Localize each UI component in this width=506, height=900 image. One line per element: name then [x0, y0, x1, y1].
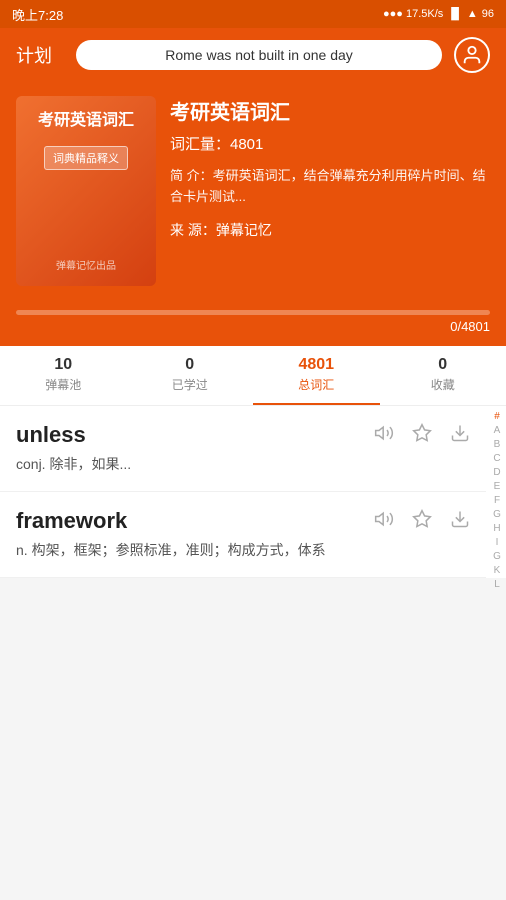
word-row: framework — [16, 508, 470, 534]
alpha-I[interactable]: I — [488, 536, 506, 550]
word-actions — [374, 509, 470, 534]
word-item: unless — [0, 406, 486, 492]
tab-learned[interactable]: 0 已学过 — [127, 346, 254, 405]
alpha-G[interactable]: G — [488, 508, 506, 522]
book-cover[interactable]: 考研英语词汇 词典精品释义 弹幕记忆出品 — [16, 96, 156, 286]
status-time: 晚上7:28 — [12, 5, 63, 24]
tab-total[interactable]: 4801 总词汇 — [253, 346, 380, 405]
tab-danmu-label: 弹幕池 — [4, 376, 123, 393]
alpha-C[interactable]: C — [488, 452, 506, 466]
network-status: ●●● 17.5K/s — [383, 8, 443, 20]
search-bar[interactable]: Rome was not built in one day — [76, 40, 442, 70]
alpha-D[interactable]: D — [488, 466, 506, 480]
book-word-count: 词汇量：4801 — [170, 133, 490, 154]
star-icon[interactable] — [412, 423, 432, 448]
alpha-L[interactable]: L — [488, 578, 506, 592]
alpha-hash[interactable]: # — [488, 410, 506, 424]
book-desc-text: 考研英语词汇，结合弹幕充分利用碎片时间、结合卡片测试... — [170, 168, 486, 204]
star-icon[interactable] — [412, 509, 432, 534]
content-area: unless — [0, 406, 506, 578]
alphabet-sidebar: # A B C D E F G H I G K L — [488, 406, 506, 578]
alpha-A[interactable]: A — [488, 424, 506, 438]
alpha-G2[interactable]: G — [488, 550, 506, 564]
signal-icon: ▐▌ — [447, 8, 463, 20]
word-text: framework — [16, 508, 127, 534]
word-text: unless — [16, 422, 86, 448]
progress-section: 0/4801 — [0, 302, 506, 346]
word-item: framework — [0, 492, 486, 578]
tab-danmu[interactable]: 10 弹幕池 — [0, 346, 127, 405]
word-definition: conj. 除非，如果... — [16, 454, 470, 475]
tab-favorites[interactable]: 0 收藏 — [380, 346, 506, 405]
battery-icon: 96 — [482, 8, 494, 20]
tab-danmu-number: 10 — [4, 356, 123, 374]
book-info: 考研英语词汇 词汇量：4801 简 介：考研英语词汇，结合弹幕充分利用碎片时间、… — [170, 96, 490, 240]
tab-favorites-number: 0 — [384, 356, 503, 374]
alpha-H[interactable]: H — [488, 522, 506, 536]
progress-text: 0/4801 — [16, 319, 490, 334]
book-desc-label: 简 介： — [170, 168, 213, 183]
book-description: 简 介：考研英语词汇，结合弹幕充分利用碎片时间、结合卡片测试... — [170, 166, 490, 208]
alpha-B[interactable]: B — [488, 438, 506, 452]
word-tabs: 10 弹幕池 0 已学过 4801 总词汇 0 收藏 — [0, 346, 506, 406]
tab-total-label: 总词汇 — [257, 376, 376, 393]
book-source: 来 源：弹幕记忆 — [170, 220, 490, 240]
download-icon[interactable] — [450, 423, 470, 448]
alpha-E[interactable]: E — [488, 480, 506, 494]
book-section: 考研英语词汇 词典精品释义 弹幕记忆出品 考研英语词汇 词汇量：4801 简 介… — [0, 82, 506, 302]
speaker-icon[interactable] — [374, 509, 394, 534]
header: 计划 Rome was not built in one day — [0, 28, 506, 82]
book-cover-title: 考研英语词汇 — [38, 110, 134, 132]
download-icon[interactable] — [450, 509, 470, 534]
word-actions — [374, 423, 470, 448]
wifi-icon: ▲ — [467, 8, 478, 20]
progress-bar-background — [16, 310, 490, 315]
avatar[interactable] — [454, 37, 490, 73]
word-definition: n. 构架，框架；参照标准，准则；构成方式，体系 — [16, 540, 470, 561]
word-list: unless — [0, 406, 506, 578]
search-text: Rome was not built in one day — [165, 47, 353, 63]
header-title: 计划 — [16, 42, 64, 68]
speaker-icon[interactable] — [374, 423, 394, 448]
book-cover-badge: 词典精品释义 — [44, 146, 128, 170]
book-card: 考研英语词汇 词典精品释义 弹幕记忆出品 考研英语词汇 词汇量：4801 简 介… — [16, 96, 490, 286]
status-icons: ●●● 17.5K/s ▐▌ ▲ 96 — [383, 8, 494, 20]
book-cover-brand: 弹幕记忆出品 — [56, 247, 116, 272]
tab-learned-number: 0 — [131, 356, 250, 374]
alpha-K[interactable]: K — [488, 564, 506, 578]
alpha-F[interactable]: F — [488, 494, 506, 508]
book-name: 考研英语词汇 — [170, 96, 490, 125]
tab-learned-label: 已学过 — [131, 376, 250, 393]
tab-total-number: 4801 — [257, 356, 376, 374]
tab-favorites-label: 收藏 — [384, 376, 503, 393]
status-bar: 晚上7:28 ●●● 17.5K/s ▐▌ ▲ 96 — [0, 0, 506, 28]
word-row: unless — [16, 422, 470, 448]
